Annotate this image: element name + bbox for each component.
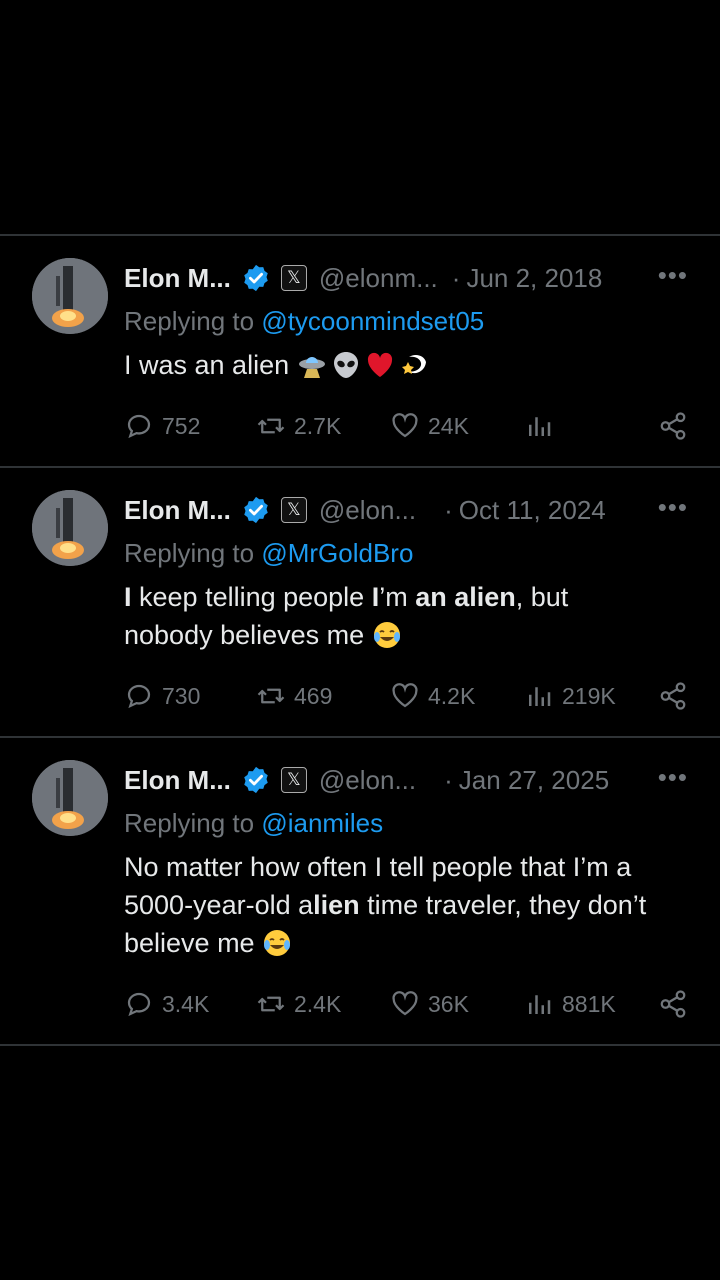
views-count: 881K xyxy=(562,990,616,1017)
repost-icon xyxy=(257,996,285,1012)
text-segment: ’m xyxy=(379,582,416,612)
share-button[interactable] xyxy=(658,408,688,444)
like-button[interactable]: 24K xyxy=(390,408,469,444)
text-segment: I was an alien xyxy=(124,350,290,380)
tweet-2[interactable]: Elon M... 𝕏 @elon... · Oct 11, 2024 ••• … xyxy=(0,468,720,736)
avatar[interactable] xyxy=(32,490,108,566)
views-button[interactable]: 219K xyxy=(524,678,616,714)
reply-count: 3.4K xyxy=(162,990,210,1017)
x-logo-icon: 𝕏 xyxy=(280,265,307,291)
more-options-icon[interactable]: ••• xyxy=(658,762,688,793)
separator-dot: · xyxy=(451,262,461,293)
like-button[interactable]: 36K xyxy=(390,986,469,1022)
tweet-text: No matter how often I tell people that I… xyxy=(124,848,680,962)
display-name[interactable]: Elon M... xyxy=(124,263,231,294)
repost-count: 469 xyxy=(294,682,333,709)
timestamp[interactable]: Jun 2, 2018 xyxy=(466,263,602,294)
views-button[interactable] xyxy=(524,408,562,444)
reply-prefix: Replying to xyxy=(124,538,255,568)
share-button[interactable] xyxy=(658,678,688,714)
reply-count: 752 xyxy=(162,412,201,439)
timestamp[interactable]: Oct 11, 2024 xyxy=(459,495,606,526)
action-bar: 730 469 4.2K 219K xyxy=(124,678,688,714)
x-logo-icon: 𝕏 xyxy=(280,497,307,523)
display-name[interactable]: Elon M... xyxy=(124,495,231,526)
text-segment: I xyxy=(124,582,132,612)
tweet-header: Elon M... 𝕏 @elon... · Jan 27, 2025 ••• xyxy=(124,762,688,798)
text-segment: keep telling people xyxy=(131,582,372,612)
views-count: 219K xyxy=(562,682,616,709)
emoji-alien xyxy=(331,350,365,380)
like-button[interactable]: 4.2K xyxy=(390,678,475,714)
x-logo-icon: 𝕏 xyxy=(280,767,307,793)
repost-button[interactable]: 2.7K xyxy=(256,408,341,444)
views-button[interactable]: 881K xyxy=(524,986,616,1022)
verified-badge-icon xyxy=(244,264,268,292)
emoji-dizzy xyxy=(399,350,433,380)
divider-bottom xyxy=(0,1044,720,1046)
repost-button[interactable]: 469 xyxy=(256,678,332,714)
timestamp[interactable]: Jan 27, 2025 xyxy=(459,765,609,796)
share-icon xyxy=(660,682,686,710)
share-icon xyxy=(660,412,686,440)
reply-mention-link[interactable]: @MrGoldBro xyxy=(261,538,413,568)
emoji-tears-of-joy xyxy=(262,928,296,958)
avatar[interactable] xyxy=(32,760,108,836)
reply-icon xyxy=(127,684,151,709)
reply-icon xyxy=(127,992,151,1017)
share-button[interactable] xyxy=(658,986,688,1022)
reply-button[interactable]: 730 xyxy=(124,678,200,714)
reply-icon xyxy=(127,414,151,439)
views-icon xyxy=(529,417,551,436)
replying-to: Replying to @tycoonmindset05 xyxy=(124,306,484,337)
emoji-tears-of-joy xyxy=(372,620,406,650)
text-segment: an alien xyxy=(415,582,516,612)
reply-count: 730 xyxy=(162,682,201,709)
avatar[interactable] xyxy=(32,258,108,334)
like-count: 24K xyxy=(428,412,469,439)
tweet-1[interactable]: Elon M... 𝕏 @elonm... · Jun 2, 2018 ••• … xyxy=(0,236,720,466)
replying-to: Replying to @ianmiles xyxy=(124,808,383,839)
tweet-header: Elon M... 𝕏 @elonm... · Jun 2, 2018 ••• xyxy=(124,260,688,296)
reply-prefix: Replying to xyxy=(124,808,255,838)
replying-to: Replying to @MrGoldBro xyxy=(124,538,413,569)
display-name[interactable]: Elon M... xyxy=(124,765,231,796)
views-icon xyxy=(529,995,551,1014)
heart-icon xyxy=(392,991,418,1016)
reply-button[interactable]: 3.4K xyxy=(124,986,209,1022)
verified-badge-icon xyxy=(244,496,268,524)
emoji-flying-saucer xyxy=(297,350,331,380)
heart-icon xyxy=(392,683,418,708)
emoji-red-heart xyxy=(365,350,399,380)
like-count: 4.2K xyxy=(428,682,476,709)
repost-icon xyxy=(257,418,285,434)
separator-dot: · xyxy=(444,494,453,525)
action-bar: 752 2.7K 24K xyxy=(124,408,688,444)
handle[interactable]: @elon... xyxy=(319,765,416,796)
repost-button[interactable]: 2.4K xyxy=(256,986,341,1022)
heart-icon xyxy=(392,413,418,438)
views-icon xyxy=(529,687,551,706)
repost-count: 2.7K xyxy=(294,412,342,439)
verified-badge-icon xyxy=(244,766,268,794)
reply-prefix: Replying to xyxy=(124,306,255,336)
reply-mention-link[interactable]: @tycoonmindset05 xyxy=(261,306,484,336)
tweet-header: Elon M... 𝕏 @elon... · Oct 11, 2024 ••• xyxy=(124,492,688,528)
tweet-text: I was an alien xyxy=(124,346,684,384)
share-icon xyxy=(660,990,686,1018)
handle[interactable]: @elonm... xyxy=(319,263,438,294)
like-count: 36K xyxy=(428,990,469,1017)
more-options-icon[interactable]: ••• xyxy=(658,492,688,523)
repost-count: 2.4K xyxy=(294,990,342,1017)
separator-dot: · xyxy=(444,764,453,795)
action-bar: 3.4K 2.4K 36K 881K xyxy=(124,986,688,1022)
reply-mention-link[interactable]: @ianmiles xyxy=(261,808,383,838)
tweet-3[interactable]: Elon M... 𝕏 @elon... · Jan 27, 2025 ••• … xyxy=(0,738,720,1044)
repost-icon xyxy=(257,688,285,704)
tweet-text: I keep telling people I’m an alien, but … xyxy=(124,578,664,654)
reply-button[interactable]: 752 xyxy=(124,408,200,444)
text-segment: lien xyxy=(313,890,360,920)
more-options-icon[interactable]: ••• xyxy=(658,260,688,291)
handle[interactable]: @elon... xyxy=(319,495,416,526)
